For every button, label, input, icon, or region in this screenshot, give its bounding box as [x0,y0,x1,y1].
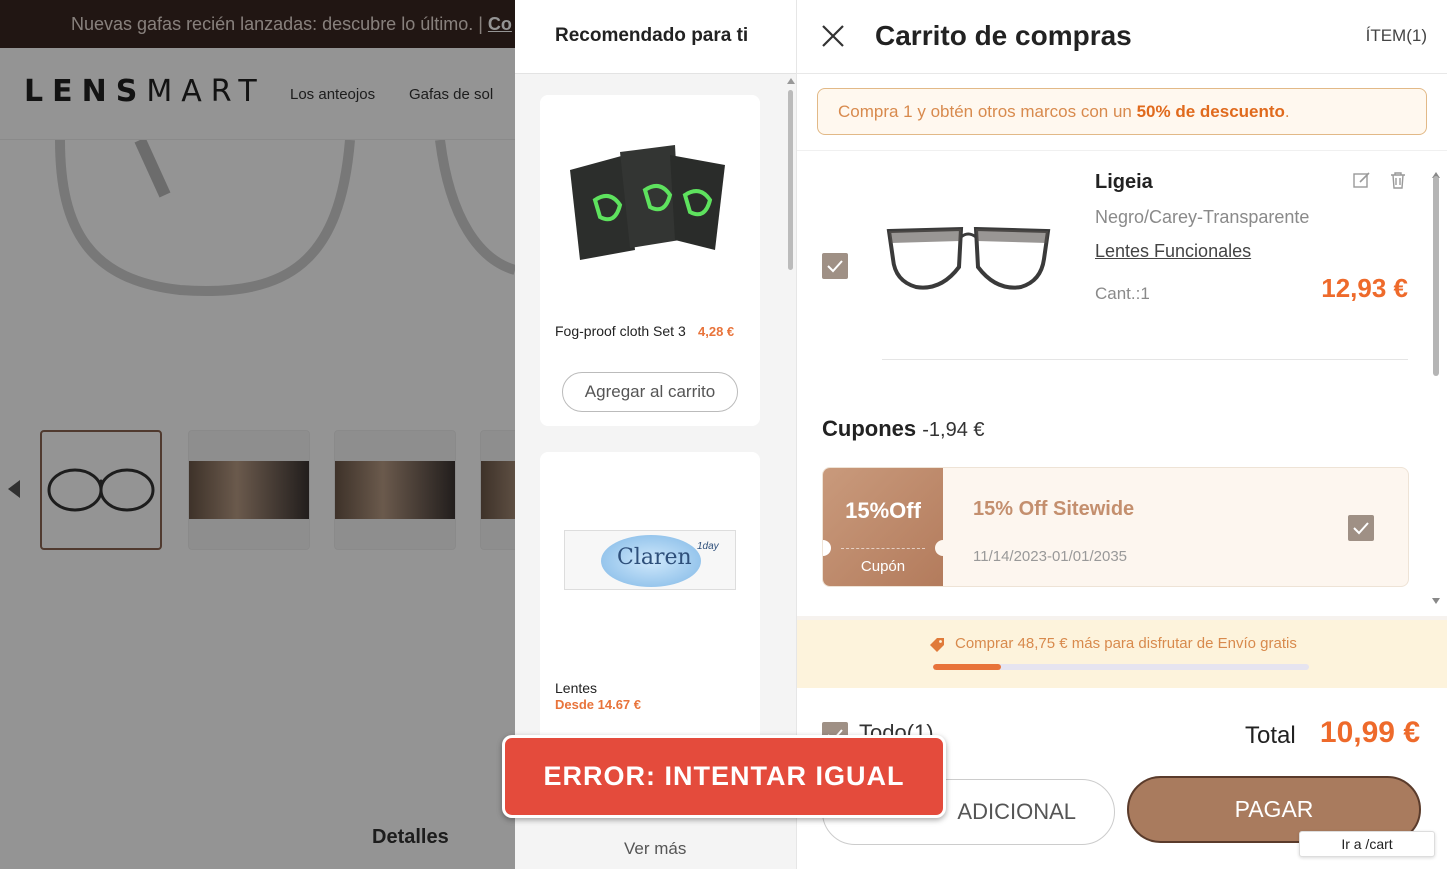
total-value: 10,99 € [1319,716,1420,749]
item-name: Ligeia [1095,171,1153,193]
contact-lens-box-image: Claren 1day [564,530,736,590]
coupon-checkbox[interactable] [1348,515,1374,541]
add-to-cart-button[interactable]: Agregar al carrito [562,372,738,412]
check-icon [827,260,843,273]
close-icon[interactable] [821,24,845,48]
item-lens-link[interactable]: Lentes Funcionales [1095,241,1251,262]
coupon-divider [841,548,925,549]
rec-product-card[interactable]: Claren 1day Lentes Desde 14.67 € [540,452,760,772]
total-label: Total [1245,722,1296,749]
item-divider [882,359,1408,360]
free-shipping-text: Comprar 48,75 € más para disfrutar de En… [955,635,1297,652]
coupon-badge: 15%Off Cupón [823,468,943,586]
rec-product-name: Lentes [555,680,598,696]
rec-product-price: Desde 14.67 € [555,697,642,712]
tag-icon [930,638,944,652]
free-shipping-bar: Comprar 48,75 € más para disfrutar de En… [797,616,1447,688]
coupons-heading: Cupones -1,94 € [822,416,985,442]
coupon-title: 15% Off Sitewide [973,498,1135,520]
recommendations-title: Recomendado para ti [555,25,749,46]
rec-product-name: Fog-proof cloth Set 3 [555,323,686,339]
error-toast: ERROR: INTENTAR IGUAL [502,735,946,818]
cart-items-list: Ligeia Negro/Carey-Transparente Lentes F… [797,150,1447,612]
edit-icon[interactable] [1353,171,1371,189]
check-icon [1353,522,1369,535]
coupon-validity: 11/14/2023-01/01/2035 [973,548,1128,565]
shipping-progress-bar [933,664,1309,670]
item-quantity: Cant.:1 [1095,284,1150,303]
promo-end: . [1284,102,1290,121]
cart-scroll-down-arrow[interactable] [1432,598,1440,604]
link-tooltip: Ir a /cart [1299,831,1435,857]
rec-scrollbar[interactable] [788,90,793,270]
cloth-pack-image [570,145,725,260]
claren-sup: 1day [697,541,719,552]
item-color: Negro/Carey-Transparente [1095,207,1310,227]
rec-product-price: 4,28 € [698,324,735,339]
rec-product-card[interactable]: Fog-proof cloth Set 3 4,28 € Agregar al … [540,95,760,426]
coupon-notch [935,540,951,556]
see-more-link[interactable]: Ver más [624,839,686,859]
claren-label: Claren [617,545,692,570]
item-price: 12,93 € [1321,273,1408,303]
cart-header: Carrito de compras ÍTEM(1) [797,0,1447,74]
cart-scrollbar[interactable] [1433,176,1439,376]
ligeia-glasses-image [886,226,1051,290]
coupons-label: Cupones [822,416,917,441]
coupon-percent: 15%Off [845,498,921,523]
promo-highlight: 50% de descuento [1136,102,1285,121]
coupon-card[interactable]: 15%Off Cupón 15% Off Sitewide 11/14/2023… [822,467,1409,587]
promo-text: Compra 1 y obtén otros marcos con un [838,102,1137,121]
cart-item-count: ÍTEM(1) [1365,26,1427,45]
promo-banner: Compra 1 y obtén otros marcos con un 50%… [817,88,1427,135]
coupons-discount: -1,94 € [922,419,985,441]
coupon-tag: Cupón [860,558,906,575]
trash-icon[interactable] [1389,171,1407,189]
cart-title: Carrito de compras [875,20,1132,51]
rec-scroll-up-arrow[interactable] [787,78,795,84]
shipping-progress-fill [933,664,1001,670]
item-checkbox[interactable] [822,253,848,279]
recommendations-header: Recomendado para ti [515,0,796,74]
